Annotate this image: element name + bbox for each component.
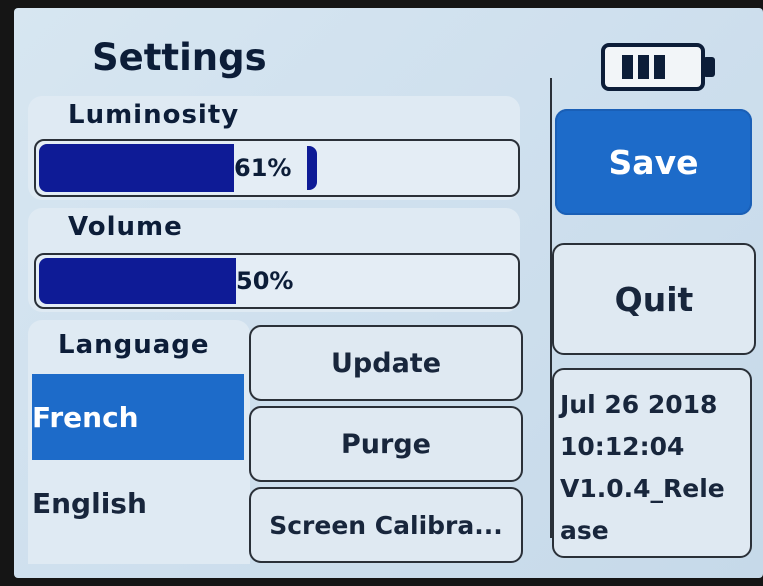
luminosity-panel: Luminosity 61% [28,96,520,200]
battery-full-icon [601,43,715,91]
luminosity-label: Luminosity [68,100,240,130]
volume-panel: Volume 50% [28,208,520,312]
language-option-french[interactable]: French [32,374,244,460]
volume-bar-fill [39,258,236,304]
update-button-label: Update [330,347,442,379]
volume-slider[interactable]: 50% [34,253,520,309]
update-button[interactable]: Update [249,325,523,401]
version-info-box: Jul 26 2018 10:12:04 V1.0.4_Rele ase [552,368,752,558]
luminosity-slider[interactable]: 61% [34,139,520,197]
luminosity-value: 61% [234,154,292,182]
quit-button[interactable]: Quit [552,243,756,355]
page-title: Settings [92,36,267,79]
version-line-2: ase [560,516,609,545]
build-time: 10:12:04 [560,432,685,461]
language-option-label: English [32,486,147,520]
purge-button[interactable]: Purge [249,406,523,482]
luminosity-bar-tail [307,146,317,190]
luminosity-bar-fill [39,144,234,192]
volume-label: Volume [68,212,183,242]
screen-calibration-button-label: Screen Calibra... [269,510,503,540]
build-date: Jul 26 2018 [560,390,718,419]
language-option-english[interactable]: English [32,460,244,546]
save-button-label: Save [608,142,699,182]
screen-calibration-button[interactable]: Screen Calibra... [249,487,523,563]
quit-button-label: Quit [614,279,694,319]
purge-button-label: Purge [341,428,431,460]
language-label: Language [58,330,210,360]
save-button[interactable]: Save [555,109,752,215]
version-line-1: V1.0.4_Rele [560,474,725,503]
device-screen: Settings Luminosity 61% Volume 50% Langu… [14,8,763,578]
volume-value: 50% [236,267,294,295]
language-option-label: French [32,400,139,434]
